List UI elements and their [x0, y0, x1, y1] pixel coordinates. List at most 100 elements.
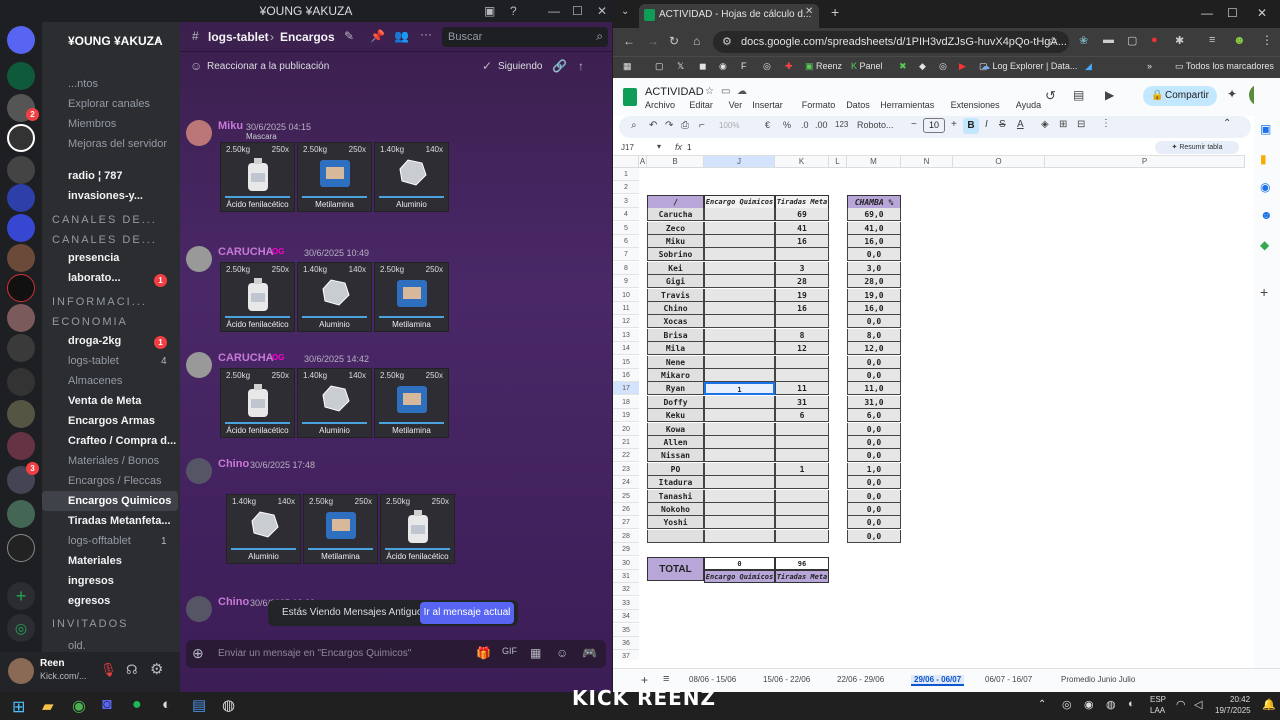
value-cell[interactable] — [775, 503, 829, 516]
sheet-tab[interactable]: 06/07 - 16/07 — [985, 675, 1032, 684]
bookmark-icon[interactable]: ◎ — [939, 61, 947, 72]
channel-item[interactable]: Encargos Quimicos — [42, 491, 178, 511]
channel-item[interactable]: Venta de Meta — [42, 391, 178, 411]
value-cell[interactable] — [775, 315, 829, 329]
channel-item[interactable]: ...ntos — [42, 74, 178, 94]
maximize-button[interactable]: ☐ — [572, 0, 583, 22]
value-cell[interactable]: 0,0 — [847, 516, 901, 530]
extension-icon[interactable]: ● — [1151, 34, 1158, 46]
bookmark-icon[interactable]: ◎ — [763, 61, 771, 72]
value-cell[interactable]: 16,0 — [847, 235, 901, 248]
channel-item[interactable]: logs-offtablet — [42, 531, 178, 551]
value-cell[interactable] — [775, 355, 829, 369]
name-cell[interactable]: Mila — [647, 342, 704, 356]
font-size-input[interactable]: 10 — [923, 118, 945, 133]
column-header[interactable]: A — [639, 156, 647, 168]
column-header[interactable]: N — [901, 156, 953, 168]
spreadsheet-grid[interactable]: A B J K L M N O P 1 2 3 4 5 6 7 8 9 10 11 12 13 14 15 16 17 18 19 20… — [613, 156, 1245, 660]
value-cell[interactable] — [704, 328, 775, 342]
bookmark-panel[interactable]: K Panel — [851, 61, 883, 71]
row-header[interactable]: 21 — [613, 436, 639, 449]
server-icon-active[interactable] — [7, 124, 35, 152]
value-cell[interactable]: 0,0 — [847, 503, 901, 516]
server-folder-icon[interactable] — [7, 432, 35, 460]
headphones-icon[interactable]: ☊ — [126, 662, 138, 678]
windows-start-icon[interactable]: ⊞ — [12, 697, 25, 717]
keep-icon[interactable]: ▮ — [1260, 152, 1267, 166]
row-header[interactable]: 24 — [613, 476, 639, 490]
react-button[interactable]: Reaccionar a la publicación — [207, 61, 329, 72]
value-cell[interactable] — [704, 395, 775, 409]
row-header[interactable]: 33 — [613, 596, 639, 610]
server-folder-icon[interactable] — [7, 368, 35, 396]
url-field[interactable]: ⚙ docs.google.com/spreadsheets/d/1PIH3vd… — [713, 31, 1069, 53]
name-cell[interactable]: Gigi — [647, 275, 704, 289]
x-icon[interactable]: 𝕏 — [677, 61, 684, 72]
close-button[interactable]: ✕ — [597, 0, 607, 22]
sheet-tab[interactable]: 08/06 - 15/06 — [689, 675, 736, 684]
bookmark-log-explorer[interactable]: ☁ Log Explorer | Data... — [981, 61, 1077, 72]
server-icon[interactable] — [7, 156, 35, 184]
move-icon[interactable]: ▭ — [721, 86, 730, 97]
name-cell[interactable]: Ryan — [647, 382, 704, 396]
increase-decimal-button[interactable]: .00 — [815, 120, 828, 130]
avatar[interactable] — [186, 246, 212, 272]
bookmark-icon[interactable]: F — [741, 61, 747, 71]
column-header[interactable]: K — [775, 156, 829, 168]
column-header[interactable]: M — [847, 156, 901, 168]
extension-icon[interactable]: ▬ — [1103, 34, 1114, 46]
star-icon[interactable]: ☆ — [705, 86, 714, 97]
server-icon[interactable] — [7, 334, 35, 362]
value-cell[interactable]: 0,0 — [847, 369, 901, 382]
parent-channel[interactable]: logs-tablet — [208, 30, 269, 44]
contacts-icon[interactable]: ☻ — [1260, 208, 1273, 222]
avatar[interactable] — [186, 458, 212, 484]
collapse-toolbar-icon[interactable]: ⌃ — [1223, 118, 1231, 129]
value-cell[interactable] — [704, 248, 775, 262]
menu-item[interactable]: Datos — [846, 100, 870, 110]
explore-icon[interactable]: ◎ — [7, 614, 35, 642]
row-header[interactable]: 35 — [613, 623, 639, 637]
inbox-icon[interactable]: ▣ — [484, 0, 495, 22]
row-header[interactable]: 30 — [613, 556, 639, 570]
value-cell[interactable] — [775, 516, 829, 530]
number-format-button[interactable]: 123 — [835, 120, 848, 129]
value-cell[interactable] — [704, 462, 775, 476]
column-header[interactable]: P — [1045, 156, 1245, 168]
server-icon[interactable] — [7, 62, 35, 90]
row-header[interactable]: 18 — [613, 395, 639, 409]
browser-tab[interactable]: ACTIVIDAD - Hojas de cálculo d... — [639, 4, 819, 28]
value-cell[interactable] — [704, 369, 775, 382]
print-icon[interactable]: ⎙ — [681, 120, 689, 131]
row-header[interactable]: 2 — [613, 181, 639, 195]
avatar[interactable] — [186, 352, 212, 378]
value-cell[interactable]: 6 — [775, 409, 829, 423]
value-cell[interactable] — [704, 529, 775, 543]
menu-item[interactable]: Editar — [689, 100, 713, 110]
more-tools-icon[interactable]: ⋮ — [1101, 118, 1111, 129]
author-name[interactable]: CARUCHA — [218, 352, 274, 364]
row-header[interactable]: 19 — [613, 409, 639, 423]
row-header[interactable]: 13 — [613, 328, 639, 342]
name-cell[interactable]: Chino — [647, 302, 704, 315]
value-cell[interactable]: 69,0 — [847, 208, 901, 222]
value-cell[interactable] — [775, 529, 829, 543]
tray-icon[interactable]: ◐ — [1128, 698, 1135, 710]
row-header[interactable]: 27 — [613, 516, 639, 530]
server-icon[interactable] — [7, 304, 35, 332]
server-icon[interactable] — [7, 244, 35, 272]
value-cell[interactable] — [704, 342, 775, 356]
link-icon[interactable]: 🔗 — [552, 59, 567, 73]
bookmark-icon[interactable]: ◉ — [719, 61, 727, 72]
row-header[interactable]: 20 — [613, 422, 639, 436]
mute-icon[interactable]: 🎙 — [100, 662, 117, 678]
discord-icon[interactable]: ◙ — [102, 696, 112, 714]
sheet-tab[interactable]: 15/06 - 22/06 — [763, 675, 810, 684]
gift-icon[interactable]: 🎁 — [476, 646, 491, 660]
channel-item[interactable]: Explorar canales — [42, 94, 178, 114]
search-menus-icon[interactable]: ⌕ — [631, 120, 637, 131]
channel-item[interactable]: Materiales — [42, 551, 178, 571]
sheet-tab[interactable]: Promedio Junio Julio — [1061, 675, 1135, 684]
column-header[interactable]: J — [704, 156, 775, 168]
column-header[interactable] — [613, 156, 639, 168]
